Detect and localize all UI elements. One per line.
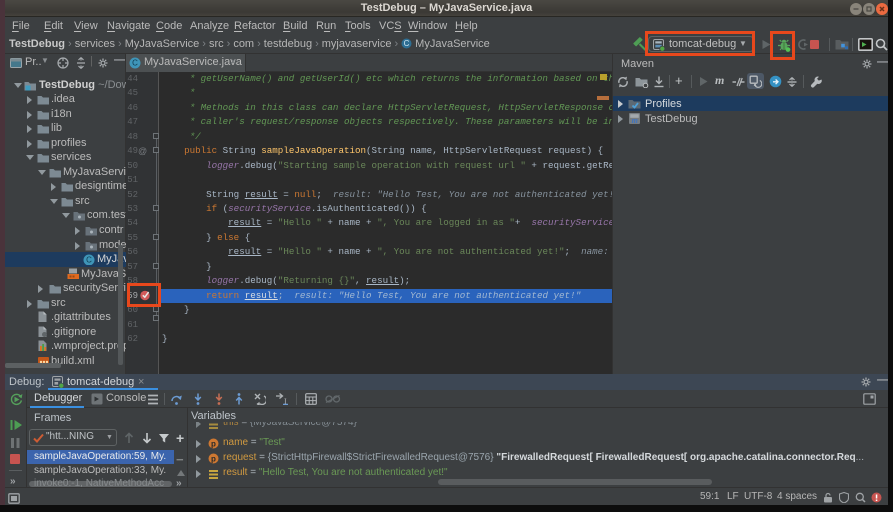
svg-text:p: p [211,455,216,464]
svg-text:C: C [132,59,138,68]
svg-text:p: p [211,440,216,449]
svg-text:m: m [632,116,638,125]
svg-text:C: C [404,39,410,48]
svg-text:C: C [86,255,92,264]
